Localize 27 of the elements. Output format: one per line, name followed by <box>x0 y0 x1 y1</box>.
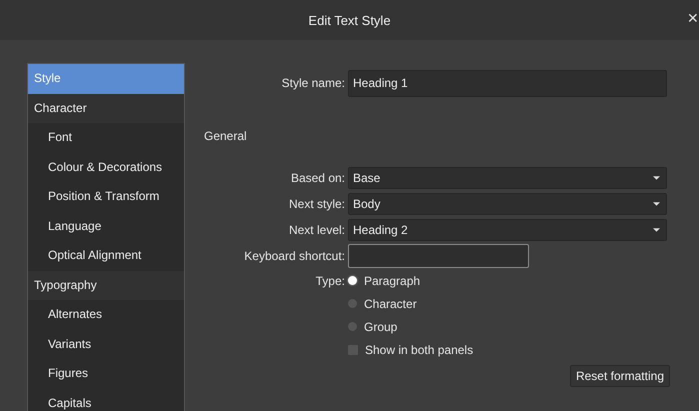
checkbox[interactable]: Show in both panels <box>348 342 474 356</box>
radio-button[interactable]: Character <box>348 296 417 310</box>
sidebar-item[interactable]: Typography <box>28 270 184 300</box>
close-button[interactable]: ✕ <box>683 10 699 26</box>
radio-button[interactable]: Group <box>348 320 398 334</box>
caret-icon <box>653 202 660 206</box>
field-label: Next level: <box>288 223 345 237</box>
field-label: Type: <box>314 274 345 288</box>
dropdown-value: Heading 2 <box>353 222 408 239</box>
reset-button[interactable]: Reset formatting <box>570 365 670 387</box>
dropdown-value: Body <box>353 196 380 213</box>
dropdown-value: Base <box>353 170 380 187</box>
sidebar-item[interactable]: Character <box>28 94 184 123</box>
field-label: Next style: <box>288 197 345 211</box>
caret-icon <box>653 176 660 180</box>
field-label: Keyboard shortcut: <box>243 249 345 263</box>
dropdown[interactable]: Body <box>348 193 667 215</box>
window-title: Edit Text Style <box>308 12 391 28</box>
dropdown[interactable]: Base <box>348 167 667 189</box>
text-field[interactable]: Heading 1 <box>348 70 667 96</box>
dropdown[interactable]: Heading 2 <box>348 219 667 241</box>
shortcut-field[interactable] <box>348 244 529 268</box>
section-heading: General <box>203 128 248 145</box>
field-label: Based on: <box>290 171 345 185</box>
radio-button[interactable]: Paragraph <box>348 274 420 288</box>
field-label: Style name: <box>280 76 345 90</box>
caret-icon <box>653 228 660 232</box>
